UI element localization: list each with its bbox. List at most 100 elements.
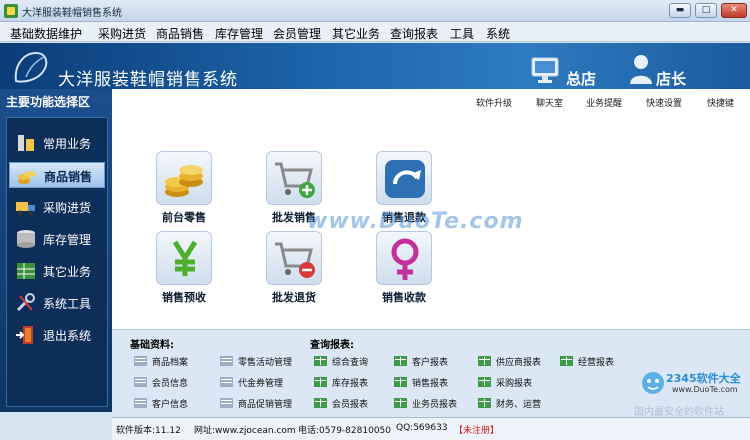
link-business-reminder[interactable]: 业务提醒 bbox=[586, 96, 622, 109]
main-content: 软件升级 聊天室 业务提醒 快速设置 快捷键 前台零售 批发销售 销售退款 销售… bbox=[112, 89, 750, 329]
list-icon bbox=[134, 398, 147, 408]
logo-icon bbox=[14, 51, 48, 83]
tile-sales-prepay[interactable]: 销售预收 bbox=[154, 231, 214, 309]
tile-sales-collection[interactable]: 销售收款 bbox=[374, 231, 434, 309]
brand-badge: 2345软件大全 www.DuoTe.com 国内最安全的软件站 bbox=[634, 368, 748, 418]
link-label: 销售报表 bbox=[412, 379, 449, 389]
sidebar-item-common[interactable]: 常用业务 bbox=[9, 130, 105, 156]
list-icon bbox=[134, 377, 147, 387]
link-label: 业务员报表 bbox=[412, 400, 458, 410]
table-report-icon bbox=[478, 356, 491, 366]
sidebar-item-label: 采购进货 bbox=[43, 201, 92, 215]
link-label: 财务、运营 bbox=[496, 400, 542, 410]
sidebar-item-label: 商品销售 bbox=[44, 170, 93, 184]
tile-wholesale-return[interactable]: 批发退货 bbox=[264, 231, 324, 309]
status-bar: 软件版本:11.12 网址:www.zjocean.com 电话:0579-82… bbox=[112, 417, 750, 440]
sidebar-item-other[interactable]: 其它业务 bbox=[9, 258, 105, 284]
tile-icon-frame bbox=[156, 151, 212, 205]
tile-icon-frame bbox=[376, 151, 432, 205]
tools-icon bbox=[18, 135, 34, 151]
list-icon bbox=[220, 377, 233, 387]
link-label: 会员报表 bbox=[332, 400, 369, 410]
close-button[interactable]: ✕ bbox=[721, 3, 747, 18]
table-report-icon bbox=[394, 377, 407, 387]
menu-reports[interactable]: 查询报表 bbox=[390, 25, 438, 42]
sidebar-item-label: 常用业务 bbox=[43, 137, 92, 151]
status-qq: QQ:569633 bbox=[396, 423, 448, 433]
link-label: 代金券管理 bbox=[238, 379, 284, 389]
basic-data-title: 基础资料: bbox=[130, 340, 174, 351]
reports-title: 查询报表: bbox=[310, 340, 354, 351]
sidebar-item-system-tools[interactable]: 系统工具 bbox=[9, 290, 105, 316]
table-report-icon bbox=[560, 356, 573, 366]
exit-door-icon bbox=[16, 326, 33, 344]
monitor-icon bbox=[531, 57, 559, 83]
mascot-icon bbox=[642, 372, 664, 394]
store-label: 总店 bbox=[566, 70, 597, 88]
link-software-upgrade[interactable]: 软件升级 bbox=[476, 96, 512, 109]
minimize-button[interactable]: ▬ bbox=[669, 3, 691, 18]
table-report-icon bbox=[314, 356, 327, 366]
link-quick-settings[interactable]: 快速设置 bbox=[646, 96, 682, 109]
menu-inventory[interactable]: 库存管理 bbox=[215, 25, 263, 42]
menu-purchase[interactable]: 采购进货 bbox=[98, 25, 146, 42]
table-report-icon bbox=[394, 356, 407, 366]
sidebar-item-label: 库存管理 bbox=[43, 233, 92, 247]
link-label: 客户信息 bbox=[152, 400, 189, 410]
grid-icon bbox=[17, 263, 35, 279]
link-label: 商品促销管理 bbox=[238, 400, 293, 410]
menu-sales[interactable]: 商品销售 bbox=[156, 25, 204, 42]
tile-retail[interactable]: 前台零售 bbox=[154, 151, 214, 229]
tile-label: 销售收款 bbox=[382, 291, 426, 304]
maximize-button[interactable]: □ bbox=[695, 3, 717, 18]
link-shortcut-keys[interactable]: 快捷键 bbox=[707, 96, 734, 109]
cart-remove-icon bbox=[275, 242, 315, 278]
status-version: 软件版本:11.12 bbox=[116, 426, 181, 436]
tile-icon-frame bbox=[376, 231, 432, 285]
menu-tools[interactable]: 工具 bbox=[450, 25, 474, 42]
user-label: 店长 bbox=[656, 70, 687, 88]
tile-label: 销售预收 bbox=[162, 291, 206, 304]
status-registration: 【未注册】 bbox=[454, 426, 500, 436]
table-report-icon bbox=[478, 377, 491, 387]
table-report-icon bbox=[314, 398, 327, 408]
table-report-icon bbox=[394, 398, 407, 408]
database-icon bbox=[17, 230, 35, 248]
menu-members[interactable]: 会员管理 bbox=[273, 25, 321, 42]
brand-name: 2345软件大全 bbox=[666, 372, 741, 385]
female-symbol-icon bbox=[391, 238, 419, 280]
sidebar-item-exit[interactable]: 退出系统 bbox=[9, 322, 105, 348]
tile-label: 批发退货 bbox=[272, 291, 316, 304]
app-title: 大洋服装鞋帽销售系统 bbox=[58, 70, 238, 89]
header-banner: 大洋服装鞋帽销售系统 总店 店长 bbox=[0, 43, 750, 89]
menu-basic-data[interactable]: 基础数据维护 bbox=[10, 25, 82, 42]
coins-icon bbox=[18, 171, 36, 184]
tile-icon-frame bbox=[266, 151, 322, 205]
sidebar-list: 常用业务 商品销售 采购进货 库存管理 其它业务 系统工具 退出系统 bbox=[6, 117, 108, 407]
sidebar-item-label: 系统工具 bbox=[43, 297, 92, 311]
list-icon bbox=[134, 356, 147, 366]
coins-stack-icon bbox=[165, 165, 203, 197]
sidebar-item-label: 退出系统 bbox=[43, 329, 92, 343]
list-icon bbox=[220, 356, 233, 366]
table-report-icon bbox=[314, 377, 327, 387]
link-chat-room[interactable]: 聊天室 bbox=[536, 96, 563, 109]
user-icon bbox=[630, 55, 652, 84]
menu-bar: 基础数据维护 采购进货 商品销售 库存管理 会员管理 其它业务 查询报表 工具 … bbox=[0, 22, 750, 42]
tile-label: 前台零售 bbox=[162, 211, 206, 224]
sidebar-item-label: 其它业务 bbox=[43, 265, 92, 279]
table-report-icon bbox=[478, 398, 491, 408]
status-phone: 电话:0579-82810050 bbox=[298, 426, 391, 436]
link-label: 零售活动管理 bbox=[238, 358, 293, 368]
sidebar-item-purchase[interactable]: 采购进货 bbox=[9, 194, 105, 220]
window-title: 大洋服装鞋帽销售系统 bbox=[22, 8, 122, 19]
menu-other[interactable]: 其它业务 bbox=[332, 25, 380, 42]
menu-system[interactable]: 系统 bbox=[486, 25, 510, 42]
sidebar-item-sales[interactable]: 商品销售 bbox=[9, 162, 105, 188]
brand-tagline: 国内最安全的软件站 bbox=[634, 407, 724, 418]
link-label: 采购报表 bbox=[496, 379, 533, 389]
sidebar-item-inventory[interactable]: 库存管理 bbox=[9, 226, 105, 252]
yen-icon bbox=[172, 240, 198, 276]
link-label: 经营报表 bbox=[578, 358, 615, 368]
link-label: 会员信息 bbox=[152, 379, 189, 389]
